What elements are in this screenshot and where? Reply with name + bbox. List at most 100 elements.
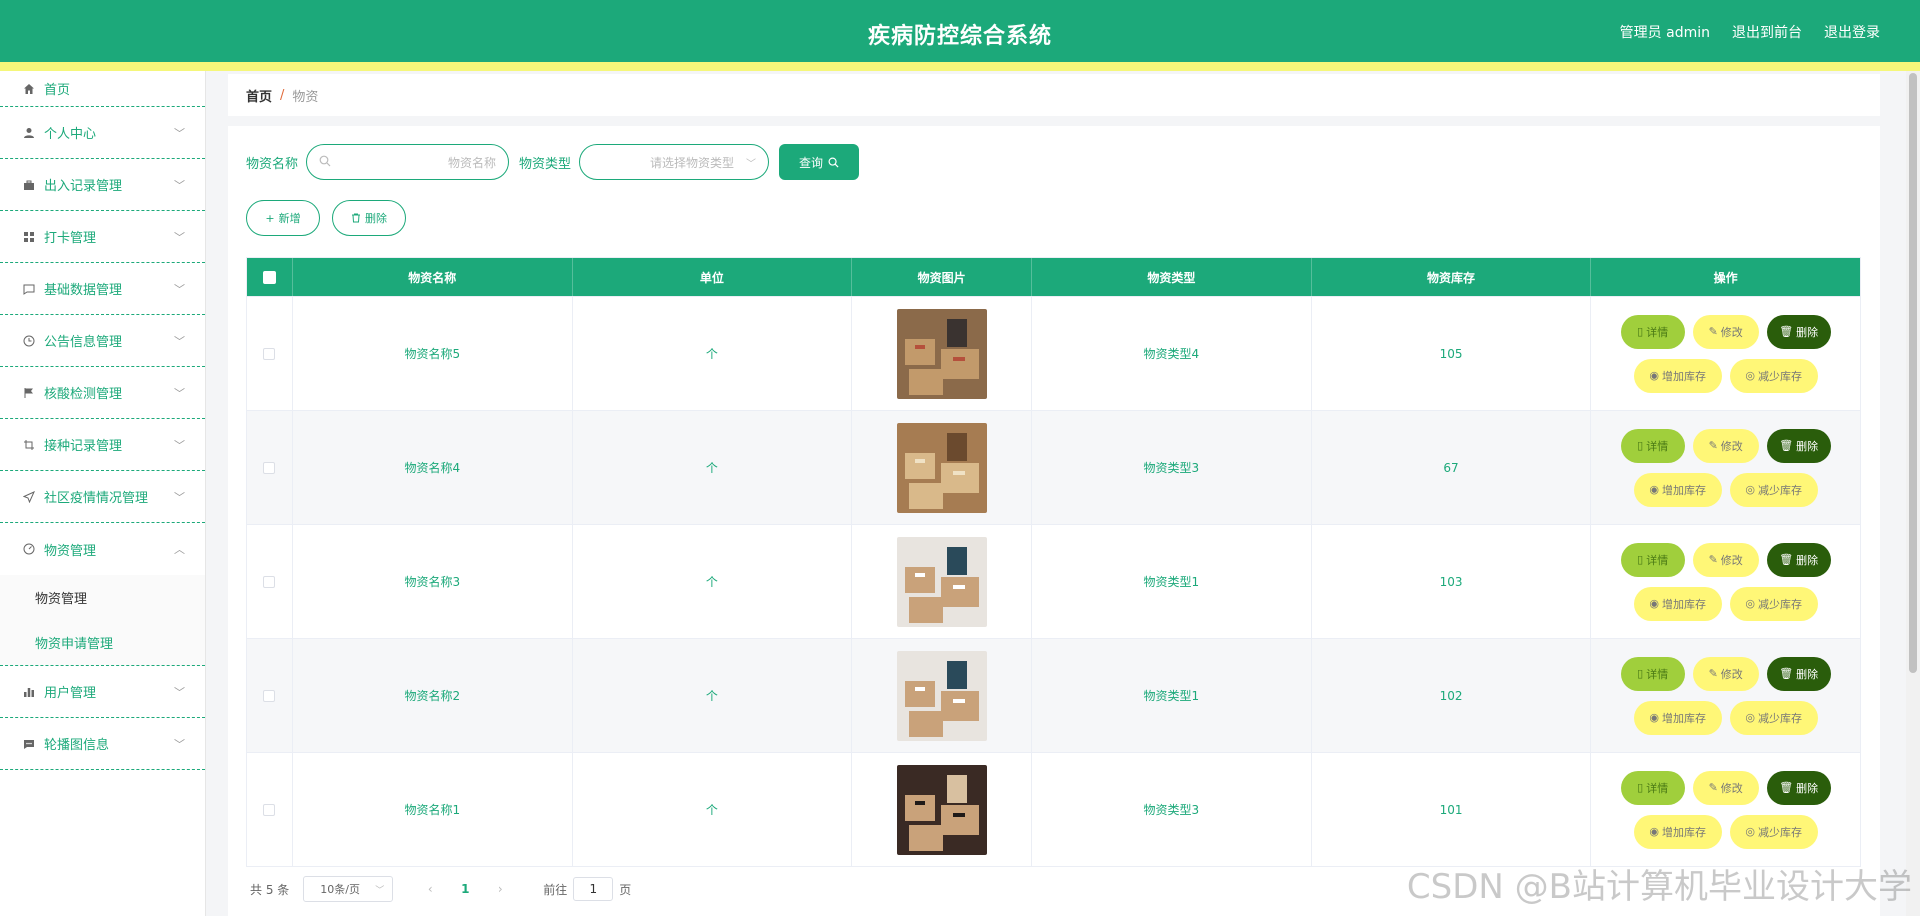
decrease-stock-button[interactable]: ◎ 减少库存: [1729, 700, 1818, 735]
sidebar-item-users[interactable]: 用户管理 ﹀: [0, 666, 205, 718]
next-page-icon[interactable]: ›: [485, 882, 515, 896]
goto-page-input[interactable]: 1: [573, 877, 614, 901]
edit-button[interactable]: ✎ 修改: [1692, 428, 1759, 463]
delete-button[interactable]: 🗑 删除: [1766, 428, 1831, 463]
sidebar-item-base-data[interactable]: 基础数据管理 ﹀: [0, 263, 205, 315]
detail-button[interactable]: ▯ 详情: [1620, 656, 1685, 691]
row-select-cell: [247, 753, 293, 866]
query-button-label: 查询: [799, 155, 824, 170]
chevron-down-icon: ﹀: [174, 490, 185, 504]
sidebar-item-home[interactable]: 首页: [0, 71, 205, 107]
type-select[interactable]: 请选择物资类型 ﹀: [579, 144, 770, 180]
cell-operations: ▯ 详情 ✎ 修改 🗑 删除 ◉ 增加库存 ◎ 减少库存: [1591, 639, 1860, 752]
logout-link[interactable]: 退出登录: [1824, 22, 1880, 42]
edit-button[interactable]: ✎ 修改: [1692, 314, 1759, 349]
document-icon: ▯: [1637, 325, 1644, 338]
delete-button[interactable]: 🗑 删除: [1766, 314, 1831, 349]
supplies-submenu: 物资管理 物资申请管理: [0, 575, 205, 666]
sidebar-item-checkin[interactable]: 打卡管理 ﹀: [0, 211, 205, 263]
row-checkbox[interactable]: [263, 461, 276, 474]
decrease-stock-button[interactable]: ◎ 减少库存: [1729, 586, 1818, 621]
submenu-item-supplies-manage[interactable]: 物资管理: [0, 575, 205, 620]
admin-user-link[interactable]: 管理员 admin: [1620, 22, 1710, 42]
supply-photo[interactable]: [896, 536, 987, 627]
chevron-down-icon: ﹀: [746, 158, 757, 170]
page-scrollbar[interactable]: [1906, 71, 1920, 916]
chevron-down-icon: ﹀: [174, 334, 185, 348]
operations-line: ◉ 增加库存 ◎ 减少库存: [1633, 586, 1818, 621]
operations-line: ◉ 增加库存 ◎ 减少库存: [1633, 358, 1818, 393]
select-all-checkbox[interactable]: [262, 270, 276, 284]
batch-delete-button[interactable]: 删除: [332, 200, 406, 236]
delete-button[interactable]: 🗑 删除: [1766, 542, 1831, 577]
cell-name: 物资名称1: [293, 753, 573, 866]
cell-image: [852, 639, 1033, 752]
sidebar-item-label: 物资管理: [44, 543, 97, 559]
increase-stock-button[interactable]: ◉ 增加库存: [1633, 472, 1722, 507]
decrease-stock-button[interactable]: ◎ 减少库存: [1729, 358, 1818, 393]
sidebar-item-announcements[interactable]: 公告信息管理 ﹀: [0, 315, 205, 367]
location-icon: ◉: [1649, 711, 1659, 724]
sidebar-item-community-epidemic[interactable]: 社区疫情情况管理 ﹀: [0, 471, 205, 523]
document-icon: ▯: [1637, 553, 1644, 566]
sidebar-item-label: 打卡管理: [44, 231, 97, 246]
prev-page-icon[interactable]: ‹: [415, 882, 445, 896]
row-checkbox[interactable]: [263, 347, 276, 360]
page-number[interactable]: 1: [445, 882, 485, 896]
supply-photo[interactable]: [896, 764, 987, 855]
decrease-stock-button[interactable]: ◎ 减少库存: [1729, 472, 1818, 507]
watermark: CSDN @B站计算机毕业设计大学: [1406, 867, 1912, 907]
increase-stock-button[interactable]: ◉ 增加库存: [1633, 586, 1722, 621]
name-search-input[interactable]: 物资名称: [306, 144, 510, 180]
scrollbar-thumb[interactable]: [1909, 73, 1917, 673]
cell-unit: 个: [573, 639, 853, 752]
detail-button[interactable]: ▯ 详情: [1620, 770, 1685, 805]
row-checkbox[interactable]: [263, 803, 276, 816]
submenu-item-supplies-request[interactable]: 物资申请管理: [0, 620, 205, 665]
type-search-label: 物资类型: [519, 156, 572, 172]
bulb-icon: ◎: [1745, 483, 1755, 496]
table-row: 物资名称4 个 物资类型3 67 ▯ 详情 ✎ 修改 🗑 删除 ◉ 增加库存 ◎…: [247, 410, 1860, 524]
supply-photo[interactable]: [896, 650, 987, 741]
sidebar-item-label: 用户管理: [44, 686, 97, 701]
supply-photo[interactable]: [896, 422, 987, 513]
sidebar-item-carousel[interactable]: 轮播图信息 ﹀: [0, 718, 205, 770]
query-button[interactable]: 查询: [779, 144, 860, 180]
increase-stock-button[interactable]: ◉ 增加库存: [1633, 814, 1722, 849]
cell-operations: ▯ 详情 ✎ 修改 🗑 删除 ◉ 增加库存 ◎ 减少库存: [1591, 753, 1860, 866]
page-size-select[interactable]: 10条/页 ﹀: [303, 876, 394, 902]
sidebar-item-access-records[interactable]: 出入记录管理 ﹀: [0, 159, 205, 211]
pencil-icon: ✎: [1708, 667, 1718, 680]
detail-button[interactable]: ▯ 详情: [1620, 314, 1685, 349]
supply-photo[interactable]: [896, 308, 987, 399]
detail-button[interactable]: ▯ 详情: [1620, 542, 1685, 577]
location-icon: ◉: [1649, 825, 1659, 838]
decrease-stock-button[interactable]: ◎ 减少库存: [1729, 814, 1818, 849]
table-header: 物资名称 单位 物资图片 物资类型 物资库存 操作: [247, 258, 1860, 296]
cell-operations: ▯ 详情 ✎ 修改 🗑 删除 ◉ 增加库存 ◎ 减少库存: [1591, 297, 1860, 410]
sidebar-item-supplies[interactable]: 物资管理 ︿: [0, 523, 205, 575]
row-checkbox[interactable]: [263, 689, 276, 702]
breadcrumb-home[interactable]: 首页: [246, 86, 272, 105]
table-body: 物资名称5 个 物资类型4 105 ▯ 详情 ✎ 修改 🗑 删除 ◉ 增加库存 …: [247, 296, 1860, 866]
row-select-cell: [247, 297, 293, 410]
increase-stock-button[interactable]: ◉ 增加库存: [1633, 358, 1722, 393]
increase-stock-button[interactable]: ◉ 增加库存: [1633, 700, 1722, 735]
chevron-down-icon: ﹀: [174, 178, 185, 192]
detail-button[interactable]: ▯ 详情: [1620, 428, 1685, 463]
cell-name: 物资名称4: [293, 411, 573, 524]
add-button[interactable]: + 新增: [246, 200, 320, 236]
type-select-placeholder: 请选择物资类型: [650, 155, 735, 170]
edit-button[interactable]: ✎ 修改: [1692, 542, 1759, 577]
row-checkbox[interactable]: [263, 575, 276, 588]
sidebar-item-nucleic-test[interactable]: 核酸检测管理 ﹀: [0, 367, 205, 419]
delete-button[interactable]: 🗑 删除: [1766, 770, 1831, 805]
sidebar-item-profile[interactable]: 个人中心 ﹀: [0, 107, 205, 159]
edit-button[interactable]: ✎ 修改: [1692, 770, 1759, 805]
chevron-down-icon: ﹀: [174, 685, 185, 699]
edit-button[interactable]: ✎ 修改: [1692, 656, 1759, 691]
exit-to-frontend-link[interactable]: 退出到前台: [1732, 22, 1802, 42]
sidebar-item-vaccination[interactable]: 接种记录管理 ﹀: [0, 419, 205, 471]
cell-operations: ▯ 详情 ✎ 修改 🗑 删除 ◉ 增加库存 ◎ 减少库存: [1591, 525, 1860, 638]
delete-button[interactable]: 🗑 删除: [1766, 656, 1831, 691]
